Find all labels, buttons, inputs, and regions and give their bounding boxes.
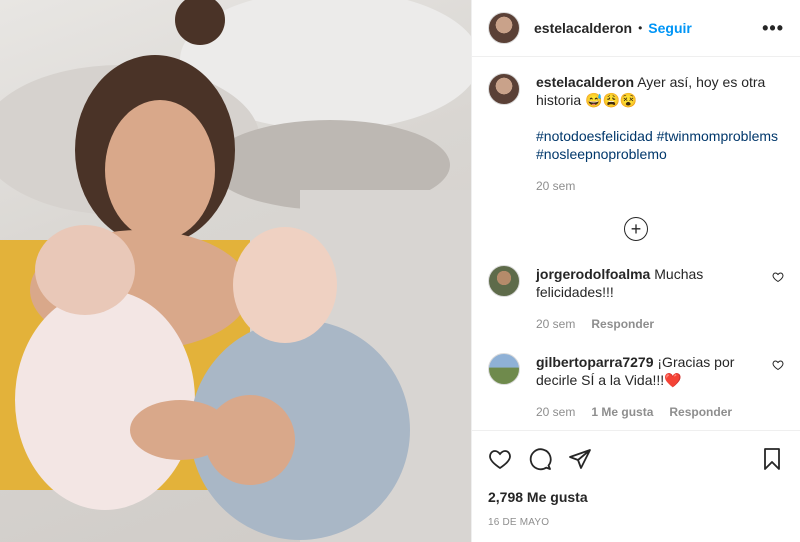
comment-item: gilbertoparra7279 ¡Gracias por decirle S… [488,353,784,421]
post-date[interactable]: 16 DE MAYO [488,517,784,528]
comment-meta: 20 sem 1 Me gusta Responder [536,403,764,421]
comment-meta: 20 sem Responder [536,315,764,333]
follow-button[interactable]: Seguir [648,20,692,36]
comment-body: gilbertoparra7279 ¡Gracias por decirle S… [536,353,764,421]
comment-username[interactable]: gilbertoparra7279 [536,354,654,370]
load-more: + [488,217,784,241]
comment-username[interactable]: jorgerodolfoalma [536,266,650,282]
photo-illustration [0,0,471,542]
heart-icon[interactable] [488,447,512,471]
heart-emoji: ❤️ [664,372,682,388]
post-panel: estelacalderon • Seguir ••• estelacalder… [471,0,800,542]
post-actions: 2,798 Me gusta 16 DE MAYO [472,430,800,542]
share-icon[interactable] [568,447,592,471]
comment-like-heart-icon[interactable] [772,359,784,371]
comment-time[interactable]: 20 sem [536,315,575,333]
caption-meta: 20 sem [536,177,784,195]
plus-circle-icon[interactable]: + [624,217,648,241]
post-photo[interactable] [0,0,471,542]
comment-like-heart-icon[interactable] [772,271,784,283]
caption-avatar[interactable] [488,73,520,105]
reply-button[interactable]: Responder [591,315,654,333]
comment-likes[interactable]: 1 Me gusta [591,403,653,421]
more-options-icon[interactable]: ••• [762,18,784,39]
caption-time[interactable]: 20 sem [536,177,575,195]
caption-body: estelacalderon Ayer así, hoy es otra his… [536,73,784,195]
caption-hashtags[interactable]: #notodoesfelicidad #twinmomproblems #nos… [536,127,784,163]
reply-button[interactable]: Responder [669,403,732,421]
caption: estelacalderon Ayer así, hoy es otra his… [488,73,784,195]
comment-body: jorgerodolfoalma Muchas felicidades!!! 2… [536,265,764,333]
comment-avatar[interactable] [488,353,520,385]
comment-item: jorgerodolfoalma Muchas felicidades!!! 2… [488,265,784,333]
likes-count[interactable]: 2,798 Me gusta [488,489,784,505]
bookmark-icon[interactable] [760,447,784,471]
post-header: estelacalderon • Seguir ••• [472,0,800,57]
separator-dot: • [638,21,643,35]
comment-time[interactable]: 20 sem [536,403,575,421]
action-icons [488,445,784,473]
caption-username[interactable]: estelacalderon [536,74,634,90]
comment-avatar[interactable] [488,265,520,297]
author-avatar[interactable] [488,12,520,44]
comment-icon[interactable] [528,447,552,471]
author-username[interactable]: estelacalderon [534,20,632,36]
comments-section[interactable]: estelacalderon Ayer así, hoy es otra his… [472,57,800,430]
